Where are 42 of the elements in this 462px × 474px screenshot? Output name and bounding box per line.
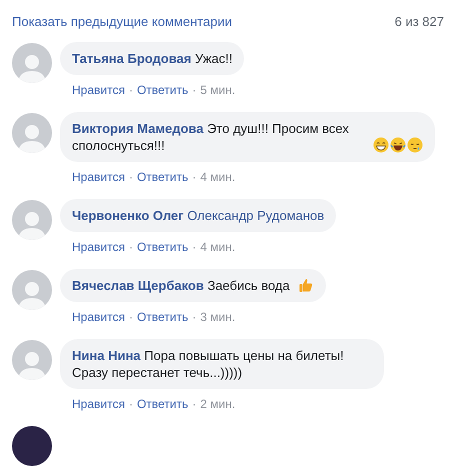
comment-text: Нина Нина Пора повышать цены на билеты! Сразу перестанет течь...))))) [72,346,345,380]
author-name-link[interactable]: Виктория Мамедова [72,120,204,136]
separator-dot: · [128,82,133,98]
comment-time: 4 мин. [200,238,236,256]
reply-link[interactable]: Ответить [136,238,188,256]
like-link[interactable]: Нравится [72,80,125,98]
author-name-link[interactable]: Нина Нина [72,348,141,362]
thumbs-up-icon [298,276,314,292]
grinning-emoji-icon [373,136,389,152]
reply-link[interactable]: Ответить [136,168,188,186]
separator-dot: · [192,238,196,256]
separator-dot: · [192,396,196,412]
separator-dot: · [192,82,196,98]
author-name-link[interactable]: Вячеслав Щербаков [72,278,204,292]
mention-link[interactable]: Олександр Рудоманов [187,208,324,222]
separator-dot: · [192,168,196,186]
separator-dot: · [192,308,196,326]
author-name-link[interactable]: Татьяна Бродовая [72,50,192,66]
show-previous-comments-link[interactable]: Показать предыдущие комментарии [12,12,232,32]
comment-time: 5 мин. [200,82,236,98]
reply-link[interactable]: Ответить [136,308,188,326]
laughing-tears-emoji-icon [390,136,406,152]
separator-dot: · [128,238,133,256]
comment-time: 3 мин. [200,308,236,326]
comment-time: 2 мин. [200,396,236,412]
author-name-link[interactable]: Червоненко Олег [72,208,184,222]
comment-text: Виктория Мамедова Это душ!!! Просим всех сполоснуться!!! [72,120,350,154]
avatar[interactable] [12,426,52,466]
separator-dot: · [128,396,133,412]
reply-link[interactable]: Ответить [136,80,188,98]
like-link[interactable]: Нравится [72,394,125,412]
separator-dot: · [128,308,133,326]
comment-count: 6 из 827 [394,13,444,31]
sleepy-emoji-icon [407,136,423,152]
reply-link[interactable]: Ответить [136,394,188,412]
comment-time: 4 мин. [200,168,236,186]
comment-text: Вячеслав Щербаков Заебись вода [72,276,290,294]
like-link[interactable]: Нравится [72,168,125,186]
like-link[interactable]: Нравится [72,238,125,256]
like-link[interactable]: Нравится [72,308,125,326]
separator-dot: · [128,168,133,186]
comment-text: Татьяна Бродовая Ужас!! [72,50,232,66]
